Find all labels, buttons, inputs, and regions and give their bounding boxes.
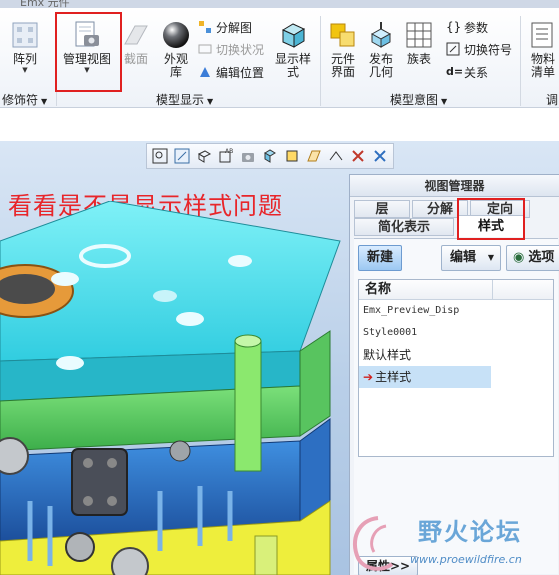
display-style-button[interactable]: 显示样 式 [272,20,314,79]
refit-icon[interactable] [150,146,170,166]
group-separator [520,16,521,106]
parameters-label: 参数 [464,20,489,35]
appearance-library-button[interactable]: 外观 库 [158,20,194,79]
array-icon [12,22,38,48]
spin-center-icon[interactable] [326,146,346,166]
list-item[interactable]: 默认样式 [359,344,553,366]
switch-symbol-label: 切换符号 [464,42,513,57]
array-label: 阵列 [12,52,37,66]
window-title-bar: Emx 元件 [0,0,559,8]
toggle-status-label: 切换状况 [216,42,265,57]
watermark-url: www.proewildfire.cn [410,553,522,566]
family-table-icon [406,22,432,48]
material-list-icon [531,22,553,48]
window-title: Emx 元件 [20,0,70,8]
section-display-icon[interactable] [370,146,390,166]
exploded-view-button[interactable]: 分解图 [198,18,252,36]
element-label-2: 界面 [330,65,355,79]
watermark-title: 野火论坛 [418,518,522,546]
active-style-label: 主样式 [375,370,412,384]
eye-icon: ◉ [513,250,525,265]
group-label-model-display[interactable]: 模型显示 ▼ [156,91,213,108]
chevron-down-icon: ▼ [41,97,48,106]
appearance-sphere-icon [163,22,189,48]
new-button[interactable]: 新建 [358,245,402,271]
view-manager-icon[interactable] [260,146,280,166]
list-header[interactable]: 名称 [359,280,553,300]
chevron-down-icon: ▼ [22,66,28,74]
name-column-header: 名称 [365,282,392,297]
svg-text:AB: AB [225,148,233,155]
family-table-label: 族表 [406,52,431,66]
publish-geometry-button[interactable]: 发布 几何 [364,20,398,79]
active-arrow-icon: ➔ [363,370,374,384]
edit-position-button[interactable]: 编辑位置 [198,63,264,81]
list-item[interactable]: Emx_Preview_Disp [359,300,553,322]
chevron-down-icon: ▼ [441,97,448,106]
edit-label: 编辑 [450,250,477,265]
view-manager-title: 视图管理器 [350,175,559,197]
repaint-icon[interactable]: AB [216,146,236,166]
list-item-active[interactable]: ➔ 主样式 [359,366,491,388]
edit-position-icon [200,67,210,77]
highlight-manage-views [55,12,122,92]
highlight-style-tab [457,198,525,240]
exploded-view-icon [199,21,211,33]
material-list-button[interactable]: 物料 清单 [526,20,559,79]
braces-icon: {} [446,20,462,34]
display-style-label-2: 式 [286,65,299,79]
options-label: 选项 [528,250,555,265]
toggle-status-icon [198,44,212,54]
saved-orientations-icon[interactable] [238,146,258,166]
array-button[interactable]: 阵列 ▼ [8,20,42,74]
relations-label: 关系 [464,65,489,80]
zoom-in-icon[interactable] [172,146,192,166]
tab-simplified-rep[interactable]: 简化表示 [354,218,454,236]
column-separator [492,280,493,300]
family-table-button[interactable]: 族表 [402,20,436,66]
annotation-display-icon[interactable] [348,146,368,166]
publish-label-2: 几何 [368,65,393,79]
display-style-icon[interactable] [282,146,302,166]
properties-button[interactable]: 属性>> [358,556,418,575]
zoom-out-icon[interactable] [194,146,214,166]
appearance-label-2: 库 [169,65,182,79]
parameters-button[interactable]: {} 参数 [446,18,488,36]
section-icon [124,25,148,45]
group-separator [320,16,321,106]
list-item[interactable]: Style0001 [359,322,553,344]
tab-layers[interactable]: 层 [354,200,410,218]
edit-position-label: 编辑位置 [216,65,265,80]
section-button[interactable]: 截面 [118,20,154,66]
options-button[interactable]: ◉ 选项 [506,245,559,271]
section-label: 截面 [123,52,148,66]
relations-button[interactable]: d= 关系 [446,63,488,81]
switch-symbol-icon [446,42,460,56]
display-style-cube-icon [281,23,306,48]
group-label-modifiers[interactable]: 修饰符 ▼ [2,91,47,108]
element-interface-button[interactable]: 元件 界面 [326,20,360,79]
ribbon-gap [0,109,559,141]
switch-symbol-button[interactable]: 切换符号 [446,40,512,58]
chevron-down-icon: ▼ [207,97,214,106]
chevron-down-icon: ▼ [487,253,494,262]
edit-menu-button[interactable]: 编辑 ▼ [441,245,501,271]
group-label-model-intent[interactable]: 模型意图 ▼ [390,91,447,108]
relations-icon: d= [446,65,464,78]
toggle-status-button[interactable]: 切换状况 [198,40,264,58]
exploded-view-label: 分解图 [216,20,253,35]
material-label-2: 清单 [530,65,555,79]
element-interface-icon [330,23,355,47]
style-list: 名称 Emx_Preview_Disp Style0001 默认样式 ➔ 主样式 [358,279,554,457]
group-label-investigate[interactable]: 调 [546,91,558,108]
datum-display-icon[interactable] [304,146,324,166]
mold-assembly-model [0,201,341,575]
publish-geometry-icon [370,22,392,48]
view-toolbar: AB [146,143,394,169]
